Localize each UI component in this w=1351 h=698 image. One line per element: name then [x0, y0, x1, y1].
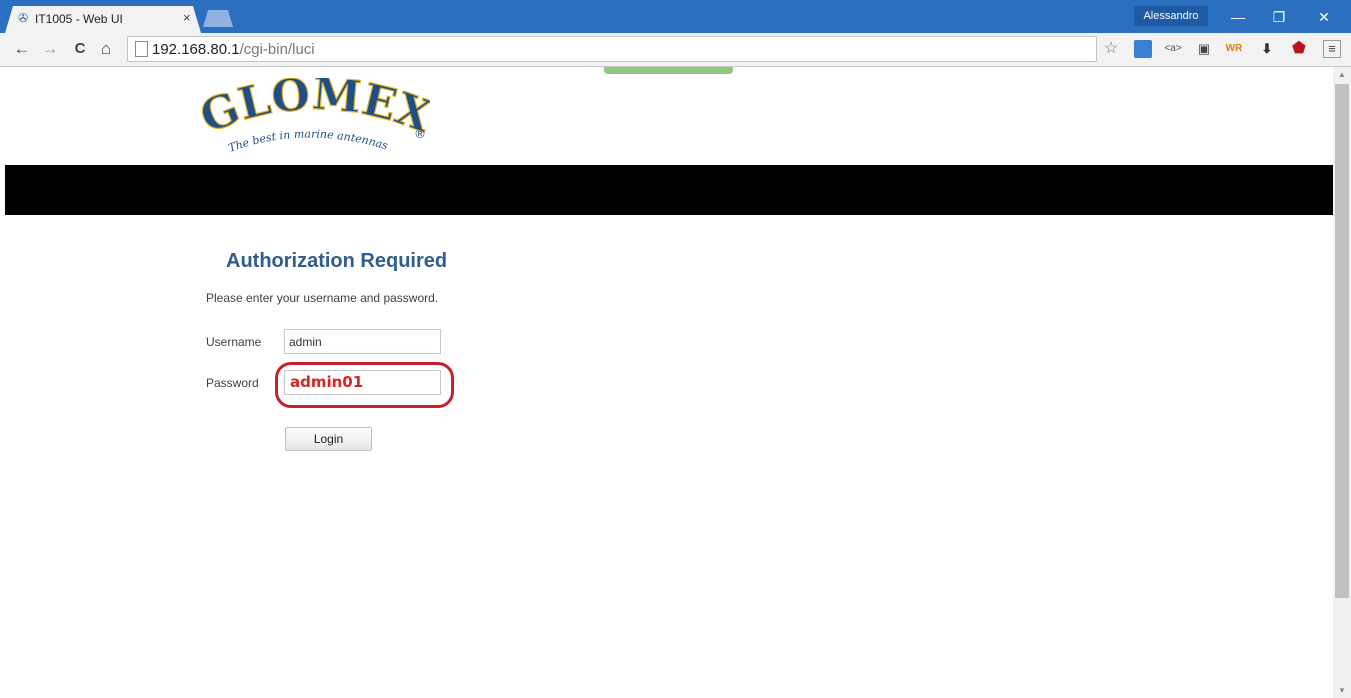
header-bar [5, 165, 1333, 215]
address-bar[interactable]: 192.168.80.1/cgi-bin/luci [127, 36, 1097, 62]
page-title: Authorization Required [226, 250, 448, 272]
scroll-up-icon[interactable]: ▲ [1335, 70, 1349, 79]
browser-title-bar: ✇ IT1005 - Web UI × Alessandro — ❐ ✕ [0, 0, 1351, 33]
new-tab-button[interactable] [203, 10, 233, 27]
username-input[interactable] [284, 329, 441, 354]
password-highlight-circle [275, 362, 454, 408]
star-icon[interactable]: ☆ [1102, 40, 1120, 58]
scroll-down-icon[interactable]: ▼ [1335, 686, 1349, 695]
puzzle-icon[interactable]: ▣ [1195, 40, 1213, 58]
favicon-icon: ✇ [18, 11, 29, 25]
page-icon [135, 41, 148, 57]
download-icon[interactable]: ⬇ [1258, 40, 1276, 58]
home-icon[interactable]: ⌂ [96, 37, 116, 61]
back-icon[interactable]: ← [12, 37, 32, 61]
browser-toolbar: ← → C ⌂ 192.168.80.1/cgi-bin/luci ☆ <a> … [0, 33, 1351, 67]
ublock-icon[interactable]: ⬟ [1290, 40, 1308, 58]
minimize-button[interactable]: — [1220, 6, 1256, 28]
profile-button[interactable]: Alessandro [1134, 6, 1208, 26]
scrollbar-thumb[interactable] [1335, 84, 1349, 598]
tab-title: IT1005 - Web UI [35, 12, 123, 26]
browser-tab[interactable]: ✇ IT1005 - Web UI × [5, 6, 201, 33]
url-text: 192.168.80.1/cgi-bin/luci [152, 41, 315, 58]
logo-tagline: The best in marine antennas [227, 127, 390, 154]
forward-icon[interactable]: → [40, 37, 60, 61]
password-label: Password [206, 376, 259, 390]
tag-icon[interactable]: <a> [1164, 40, 1182, 58]
screen-icon[interactable] [1134, 40, 1152, 58]
registered-mark: ® [414, 127, 426, 141]
glomex-logo: GLOMEX The best in marine antennas ® [193, 68, 440, 160]
restore-button[interactable]: ❐ [1261, 6, 1297, 28]
wiki-icon[interactable]: WR [1225, 40, 1243, 58]
url-path: /cgi-bin/luci [239, 41, 315, 58]
menu-icon[interactable]: ≡ [1323, 40, 1341, 58]
url-host: 192.168.80.1 [152, 41, 240, 58]
close-window-button[interactable]: ✕ [1306, 6, 1342, 28]
tab-close-icon[interactable]: × [183, 10, 191, 25]
reload-icon[interactable]: C [70, 37, 90, 61]
svg-text:The best in marine antennas: The best in marine antennas [227, 127, 390, 154]
username-label: Username [206, 335, 262, 349]
auth-description: Please enter your username and password. [206, 291, 439, 305]
top-pull-tab [604, 67, 733, 74]
login-button[interactable]: Login [285, 427, 372, 451]
